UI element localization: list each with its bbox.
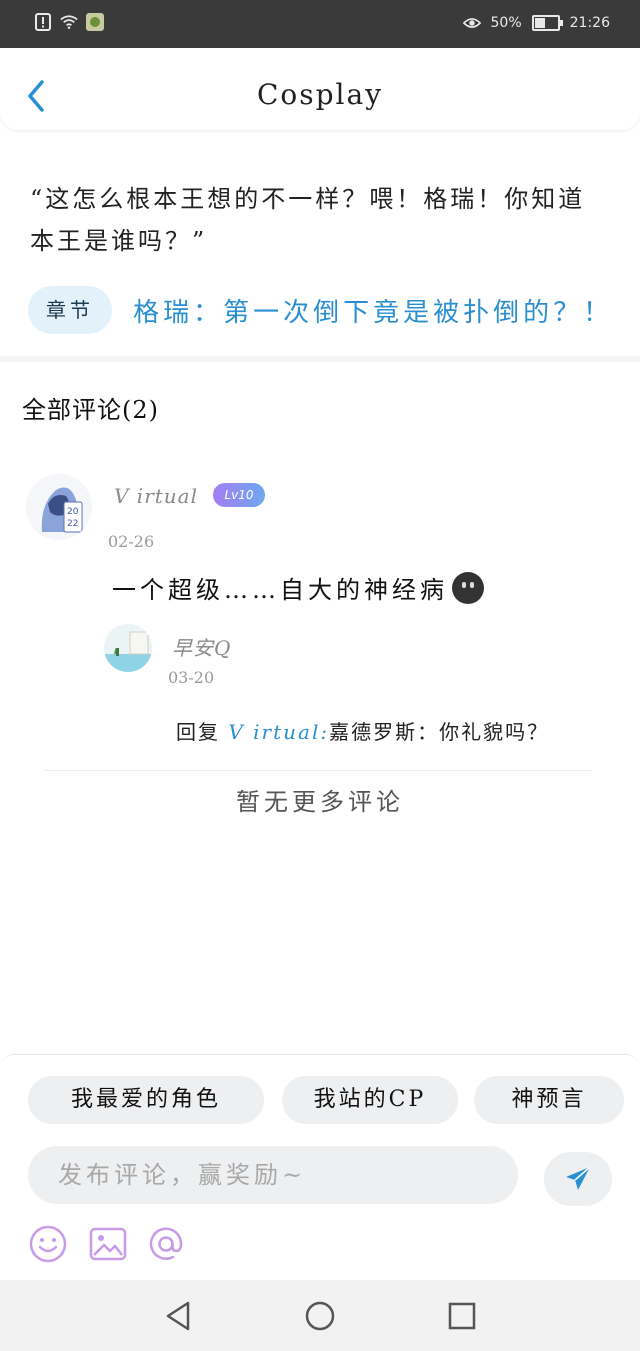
avatar[interactable]: 20 22 xyxy=(26,474,92,540)
header: Cosplay xyxy=(0,48,640,130)
svg-text:20: 20 xyxy=(67,507,79,517)
reply-username[interactable]: 早安Q xyxy=(172,632,231,661)
app-notification-icon xyxy=(86,13,104,31)
smile-icon xyxy=(29,1225,67,1263)
nav-home-button[interactable] xyxy=(302,1298,338,1334)
chapter-link[interactable]: 格瑞：第一次倒下竟是被扑倒的？！ xyxy=(133,292,613,329)
chapter-tag: 章节 xyxy=(28,286,112,334)
image-icon xyxy=(89,1227,127,1261)
nav-back-button[interactable] xyxy=(160,1298,196,1334)
status-bar: 50% 21:26 xyxy=(0,0,640,48)
comment-date: 02-26 xyxy=(108,532,155,551)
mention-button[interactable] xyxy=(146,1224,186,1264)
reply-mention[interactable]: V irtual: xyxy=(228,720,329,744)
comment-username[interactable]: V irtual xyxy=(114,484,198,508)
triangle-back-icon xyxy=(166,1301,190,1331)
circle-home-icon xyxy=(305,1301,335,1331)
send-icon xyxy=(566,1166,591,1190)
smiling-face-emoji-icon xyxy=(452,571,484,604)
reply-date: 03-20 xyxy=(168,668,215,687)
reply-body: 嘉德罗斯：你礼貌吗？ xyxy=(329,720,550,744)
chapter-row[interactable]: 章节 格瑞：第一次倒下竟是被扑倒的？！ xyxy=(28,286,640,336)
alert-icon xyxy=(34,13,52,31)
emoji-button[interactable] xyxy=(28,1224,68,1264)
quote-text: “这怎么根本王想的不一样？喂！格瑞！你知道本王是谁吗？” xyxy=(30,185,586,255)
page-title: Cosplay xyxy=(256,78,384,111)
section-divider xyxy=(0,356,640,362)
reply-avatar[interactable] xyxy=(104,624,152,672)
wifi-icon xyxy=(60,13,78,31)
quick-tag-cp[interactable]: 我站的CP xyxy=(282,1076,458,1124)
quick-tag-favorite-character[interactable]: 我最爱的角色 xyxy=(28,1076,264,1124)
status-right: 50% 21:26 xyxy=(462,14,610,32)
no-more-comments: 暂无更多评论 xyxy=(236,788,404,816)
svg-text:22: 22 xyxy=(67,519,78,529)
battery-icon xyxy=(531,15,563,31)
status-left xyxy=(34,13,104,31)
comment-text: 一个超级……自大的神经病 xyxy=(112,576,448,604)
comments-title: 全部评论(2) xyxy=(22,396,159,424)
square-recents-icon xyxy=(448,1302,476,1330)
quick-tag-prophecy[interactable]: 神预言 xyxy=(474,1076,624,1124)
send-button[interactable] xyxy=(544,1152,612,1206)
nav-recents-button[interactable] xyxy=(444,1298,480,1334)
image-button[interactable] xyxy=(88,1224,128,1264)
comment-text-row: 一个超级……自大的神经病 xyxy=(112,570,484,605)
reply-prefix: 回复 xyxy=(176,720,220,744)
reply-avatar-image-icon xyxy=(104,624,152,672)
comment-input[interactable] xyxy=(28,1146,518,1204)
clock: 21:26 xyxy=(569,15,610,31)
battery-percent: 50% xyxy=(490,15,522,31)
eye-comfort-icon xyxy=(462,14,481,32)
comments-divider xyxy=(44,770,592,771)
system-nav-bar xyxy=(0,1280,640,1351)
at-sign-icon xyxy=(149,1227,183,1260)
reply-text: 回复 V irtual:嘉德罗斯：你礼貌吗？ xyxy=(176,716,549,745)
level-badge: Lv10 xyxy=(213,483,265,507)
avatar-image-icon: 20 22 xyxy=(26,474,92,540)
